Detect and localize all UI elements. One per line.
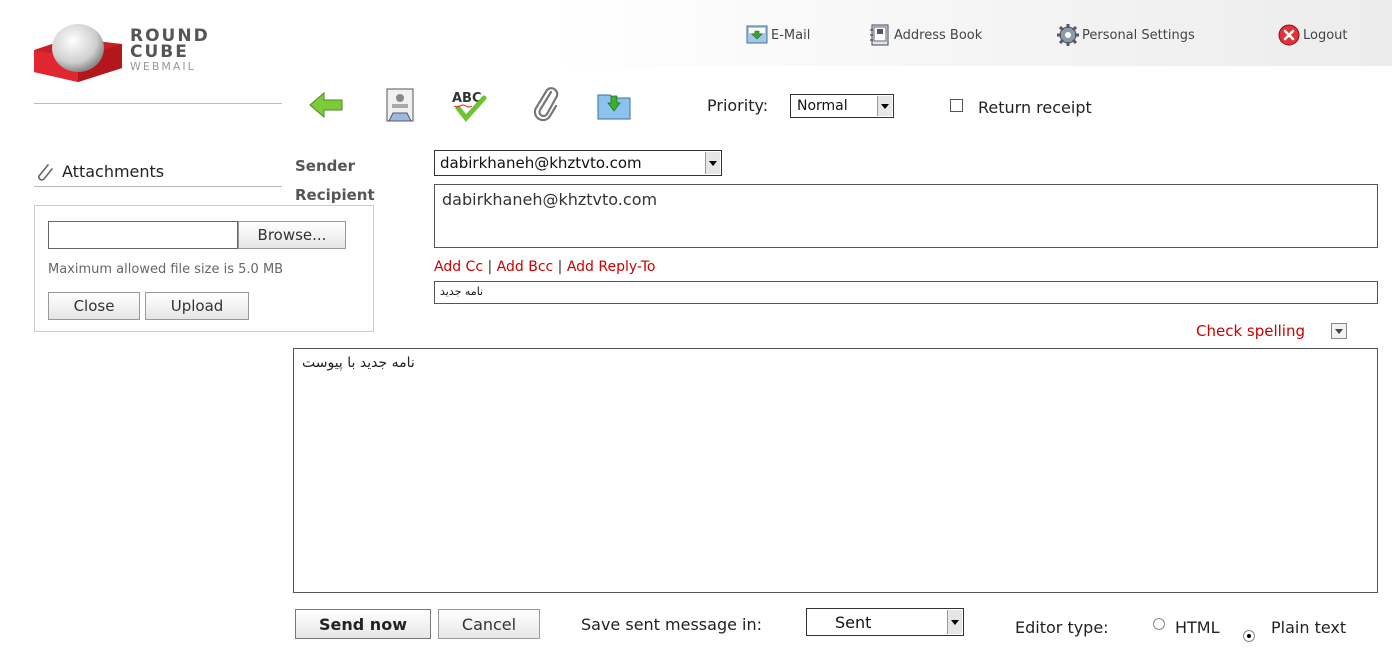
chevron-down-icon (947, 610, 962, 634)
browse-button[interactable]: Browse... (238, 221, 346, 249)
back-button[interactable] (306, 84, 346, 126)
send-now-button[interactable]: Send now (295, 609, 431, 639)
nav-personal-settings[interactable]: Personal Settings (1057, 22, 1195, 48)
spellcheck-button[interactable]: ABC (450, 84, 490, 126)
priority-select[interactable]: Normal (790, 94, 894, 118)
recipient-input[interactable]: dabirkhaneh@khztvto.com (434, 184, 1378, 248)
message-body-text: نامه جدید با پیوست (302, 355, 415, 371)
priority-label: Priority: (707, 96, 769, 115)
upload-button[interactable]: Upload (145, 292, 249, 320)
save-sent-folder-select[interactable]: Sent (806, 608, 964, 636)
roundcube-logo-icon (34, 24, 122, 82)
logout-icon (1278, 24, 1300, 46)
save-draft-button[interactable] (594, 84, 634, 126)
add-reply-to-link[interactable]: Add Reply-To (567, 259, 656, 275)
gear-icon (1057, 24, 1079, 46)
spellcheck-abc-icon: ABC (452, 91, 487, 122)
link-separator: | (557, 259, 563, 275)
sender-select[interactable]: dabirkhaneh@khztvto.com (434, 150, 722, 176)
editor-html-radio[interactable] (1153, 618, 1165, 630)
message-body-textarea[interactable]: نامه جدید با پیوست (293, 348, 1378, 593)
nav-personal-settings-label: Personal Settings (1082, 27, 1195, 43)
editor-plain-text-radio[interactable] (1243, 630, 1255, 642)
email-icon (746, 24, 768, 46)
recipient-input-value: dabirkhaneh@khztvto.com (442, 190, 658, 209)
address-book-icon (869, 24, 891, 46)
nav-email-label: E-Mail (771, 27, 811, 43)
recipient-label: Recipient (295, 186, 375, 204)
paperclip-icon (533, 87, 559, 122)
add-cc-link[interactable]: Add Cc (434, 259, 483, 275)
subject-input-value: نامه جدید (440, 285, 484, 298)
nav-logout-label: Logout (1303, 27, 1348, 43)
add-header-links: Add Cc | Add Bcc | Add Reply-To (434, 259, 655, 275)
file-path-input[interactable] (48, 221, 238, 249)
logo-text-cube: CUBE (130, 42, 189, 62)
save-draft-icon (597, 94, 631, 120)
editor-html-label: HTML (1175, 618, 1220, 637)
nav-logout[interactable]: Logout (1278, 22, 1348, 48)
sender-label: Sender (295, 157, 355, 175)
nav-address-book[interactable]: Address Book (869, 22, 982, 48)
chevron-down-icon (877, 96, 892, 116)
attachment-upload-panel: Browse... Maximum allowed file size is 5… (34, 205, 374, 332)
return-receipt-checkbox[interactable] (950, 99, 963, 112)
return-receipt-label: Return receipt (978, 98, 1092, 117)
subject-input[interactable]: نامه جدید (434, 281, 1378, 304)
editor-plain-text-label: Plain text (1271, 618, 1347, 637)
editor-type-label: Editor type: (1015, 618, 1109, 637)
spelling-language-dropdown[interactable] (1331, 323, 1347, 339)
attachments-title: Attachments (62, 162, 165, 181)
attachments-divider (34, 186, 282, 187)
nav-address-book-label: Address Book (894, 27, 983, 43)
address-card-button[interactable] (380, 84, 420, 126)
back-arrow-icon (309, 91, 343, 119)
cancel-button[interactable]: Cancel (438, 609, 540, 639)
address-card-icon (386, 88, 414, 122)
link-separator: | (487, 259, 493, 275)
paperclip-icon (38, 164, 53, 181)
logo-text-webmail: WEBMAIL (130, 60, 196, 73)
check-spelling-link[interactable]: Check spelling (1196, 322, 1305, 340)
add-bcc-link[interactable]: Add Bcc (497, 259, 554, 275)
save-sent-folder-value: Sent (835, 613, 872, 632)
logo-divider (34, 103, 282, 104)
priority-select-value: Normal (797, 98, 848, 114)
chevron-down-icon (1335, 328, 1343, 334)
nav-email[interactable]: E-Mail (746, 22, 810, 48)
save-sent-label: Save sent message in: (581, 615, 763, 634)
chevron-down-icon (705, 152, 720, 174)
roundcube-logo[interactable]: ROUND CUBE WEBMAIL (30, 22, 250, 84)
sender-select-value: dabirkhaneh@khztvto.com (440, 154, 642, 172)
close-button[interactable]: Close (48, 292, 140, 320)
max-file-size-note: Maximum allowed file size is 5.0 MB (48, 262, 284, 277)
attach-button[interactable] (526, 84, 566, 126)
